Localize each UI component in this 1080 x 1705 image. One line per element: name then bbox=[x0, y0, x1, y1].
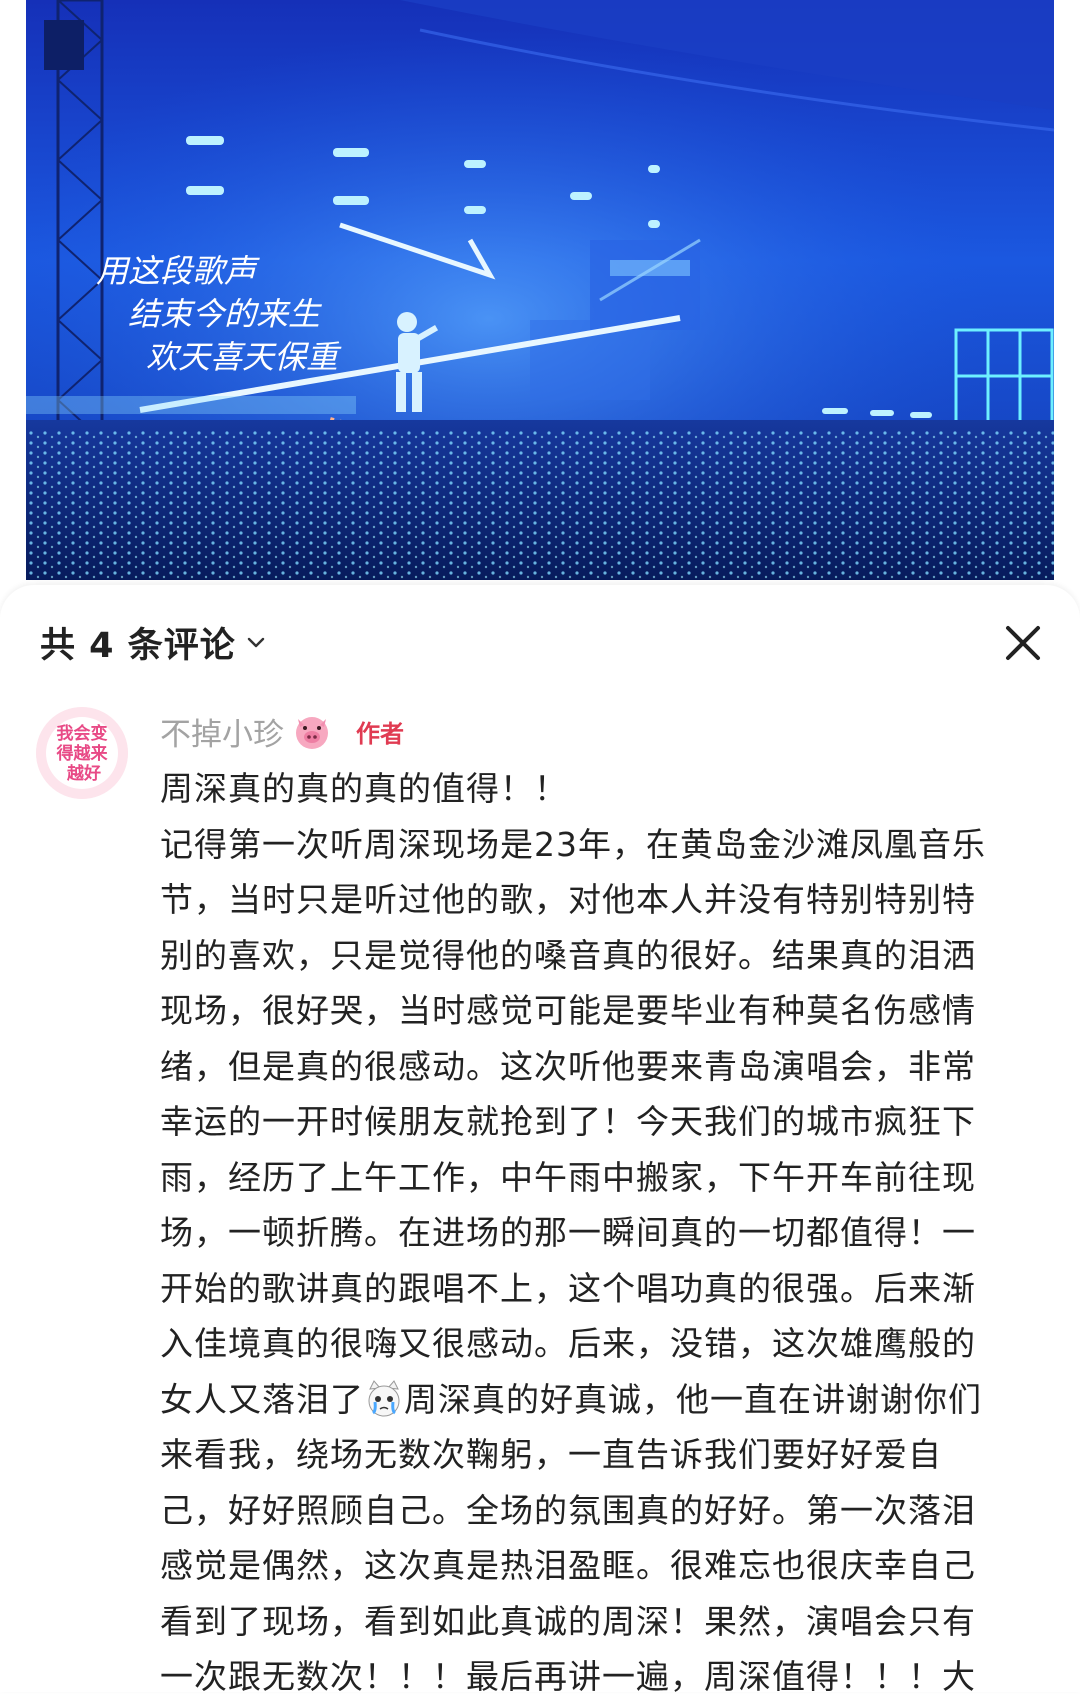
lyric-line-2: 结束今的来生 bbox=[128, 295, 322, 333]
concert-photo-image: 用这段歌声 结束今的来生 欢天喜天保重 bbox=[26, 0, 1055, 580]
comment-line: 入佳境真的很嗨又很感动。后来，没错，这次雄鹰般的 bbox=[160, 1324, 976, 1363]
comment-line: 场，一顿折腾。在进场的那一瞬间真的一切都值得！一 bbox=[160, 1213, 976, 1252]
comment-line: 节，当时只是听过他的歌，对他本人并没有特别特别特 bbox=[160, 880, 976, 919]
comment-line-part: 女人又落泪了 bbox=[160, 1379, 364, 1419]
lyric-line-3: 欢天喜天保重 bbox=[146, 338, 342, 376]
avatar-text-2: 得越来 bbox=[56, 743, 109, 764]
comment-line-with-emoji: 女人又落泪了 周深真的好真诚，他一直在讲谢谢你们 bbox=[160, 1372, 1060, 1428]
comment-line: 现场，很好哭，当时感觉可能是要毕业有种莫名伤感情 bbox=[160, 991, 976, 1030]
close-button[interactable] bbox=[1000, 620, 1046, 666]
comment-line: 感觉是偶然，这次真是热泪盈眶。很难忘也很庆幸自己 bbox=[160, 1546, 976, 1585]
close-icon bbox=[1006, 626, 1040, 660]
comment-line: 一次跟无数次！！！最后再讲一遍，周深值得！！！大 bbox=[160, 1657, 976, 1696]
avatar-text-1: 我会变 bbox=[57, 723, 108, 744]
pig-face-icon bbox=[296, 717, 328, 749]
comment-line: 来看我，绕场无数次鞠躬，一直告诉我们要好好爱自 bbox=[160, 1435, 942, 1474]
comments-sheet: 共 4 条评论 我会变 得越来 越好 不掉小珍 作者 周深真的真的真的值得！！ … bbox=[0, 585, 1080, 1696]
avatar[interactable]: 我会变 得越来 越好 bbox=[36, 707, 128, 799]
author-name[interactable]: 不掉小珍 bbox=[160, 709, 284, 754]
comment-line: 绪，但是真的很感动。这次听他要来青岛演唱会，非常 bbox=[160, 1046, 976, 1086]
comment-line: 雨，经历了上午工作，中午雨中搬家，下午开车前往现 bbox=[160, 1157, 976, 1197]
comment-line: 别的喜欢，只是觉得他的嗓音真的很好。结果真的泪洒 bbox=[160, 935, 976, 975]
comment-line: 看到了现场，看到如此真诚的周深！果然，演唱会只有 bbox=[160, 1601, 976, 1641]
comment-line: 己，好好照顾自己。全场的氛围真的好好。第一次落泪 bbox=[160, 1490, 976, 1530]
lyric-line-1: 用这段歌声 bbox=[96, 252, 260, 290]
chevron-down-icon bbox=[247, 637, 264, 648]
concert-photo[interactable]: 用这段歌声 结束今的来生 欢天喜天保重 bbox=[0, 0, 1080, 600]
author-badge: 作者 bbox=[356, 719, 404, 748]
comment-meta: 不掉小珍 作者 bbox=[160, 707, 1060, 755]
crying-cat-icon bbox=[368, 1379, 400, 1416]
comment-line-part: 周深真的好真诚，他一直在讲谢谢你们 bbox=[404, 1379, 982, 1419]
comment-text: 周深真的真的真的值得！！ 记得第一次听周深现场是23年，在黄岛金沙滩凤凰音乐 节，当… bbox=[160, 761, 1060, 1705]
avatar-image: 我会变 得越来 越好 bbox=[36, 707, 128, 799]
comment-line: 幸运的一开时候朋友就抢到了！今天我们的城市疯狂下 bbox=[160, 1102, 976, 1141]
comment-line: 周深真的真的真的值得！！ bbox=[160, 769, 568, 808]
comment-line: 开始的歌讲真的跟唱不上，这个唱功真的很强。后来渐 bbox=[160, 1268, 976, 1308]
avatar-text-3: 越好 bbox=[66, 763, 101, 784]
comment-body: 不掉小珍 作者 周深真的真的真的值得！！ 记得第一次听周深现场是23年，在黄岛金沙… bbox=[160, 707, 1060, 1705]
comments-count-title: 共 4 条评论 bbox=[40, 625, 236, 666]
comments-count-toggle[interactable]: 共 4 条评论 bbox=[40, 617, 268, 667]
comment-line: 记得第一次听周深现场是23年，在黄岛金沙滩凤凰音乐 bbox=[160, 824, 986, 864]
